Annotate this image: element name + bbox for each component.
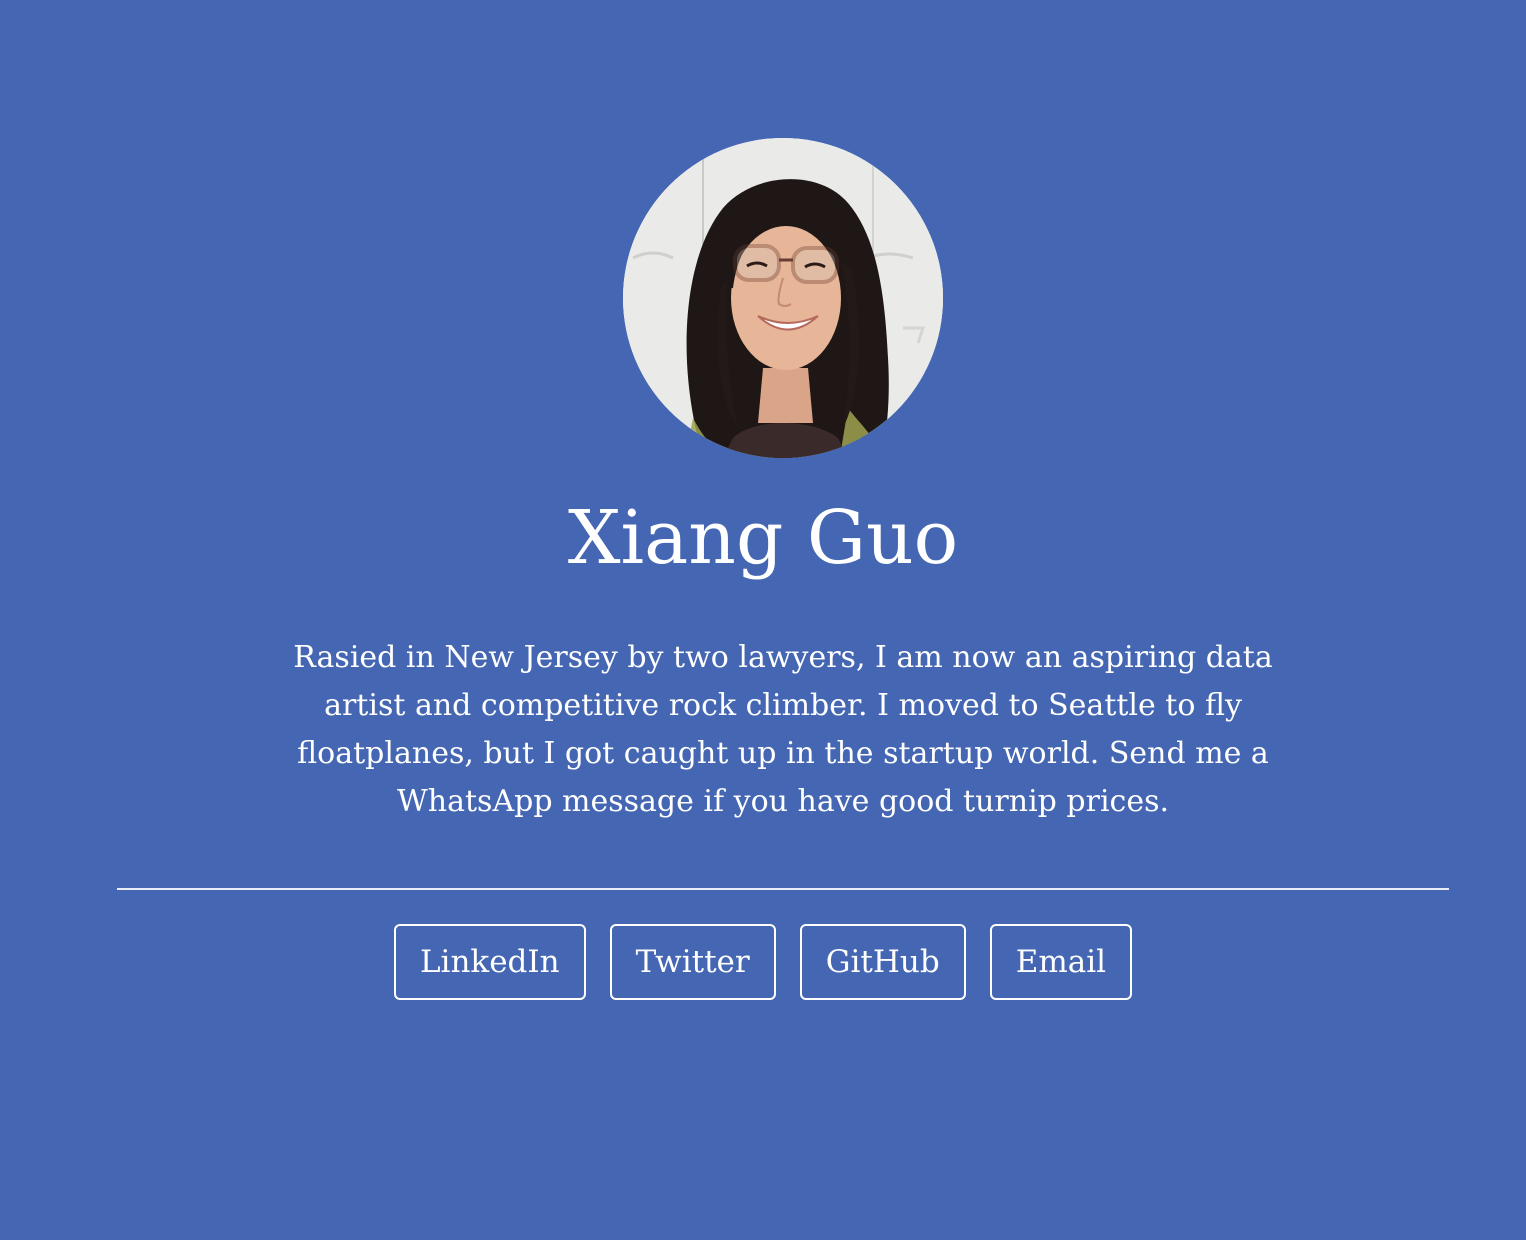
linkedin-button[interactable]: LinkedIn [393, 924, 586, 1000]
social-links: LinkedIn Twitter GitHub Email [0, 924, 1526, 1000]
profile-bio: Rasied in New Jersey by two lawyers, I a… [293, 640, 1273, 819]
profile-name: Xiang Guo [567, 495, 959, 581]
email-button[interactable]: Email [989, 924, 1133, 1000]
github-button[interactable]: GitHub [799, 924, 966, 1000]
divider [117, 888, 1449, 890]
profile-avatar [623, 138, 943, 458]
profile-photo [623, 138, 943, 458]
twitter-button[interactable]: Twitter [609, 924, 776, 1000]
